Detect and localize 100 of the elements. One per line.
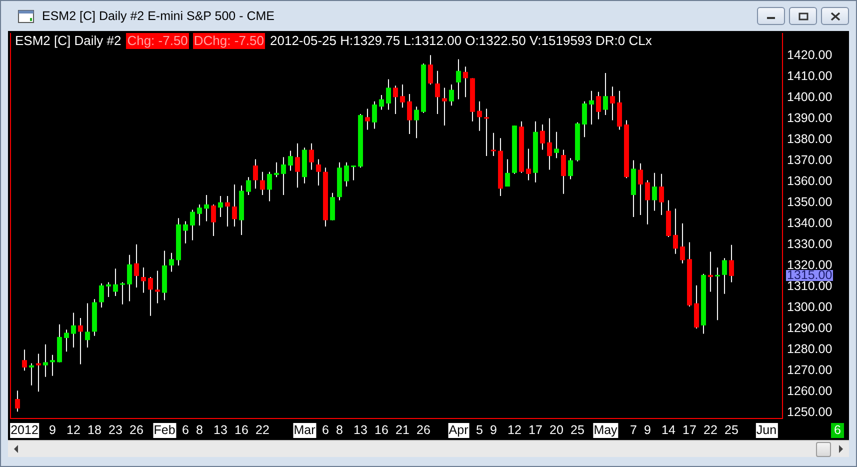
candle (337, 162, 342, 201)
change-label: DChg: -7.50 (192, 33, 265, 49)
candle (344, 162, 349, 188)
candle (547, 118, 552, 170)
candle (253, 158, 258, 190)
candle (484, 108, 489, 157)
month-label: Apr (448, 423, 470, 438)
candle (141, 267, 146, 294)
date-label: 22 (702, 423, 718, 438)
candle (365, 108, 370, 130)
date-label: 9 (489, 423, 498, 438)
minimize-button[interactable] (757, 7, 785, 25)
candle (638, 162, 643, 216)
candle (673, 208, 678, 254)
candle (99, 282, 104, 308)
candle (211, 204, 216, 236)
date-label: 7 (629, 423, 638, 438)
candle (372, 100, 377, 130)
candle (421, 63, 426, 114)
date-label: 6 (181, 423, 190, 438)
date-label: 8 (335, 423, 344, 438)
candle (134, 244, 139, 288)
candle (295, 142, 300, 188)
date-label: 9 (643, 423, 652, 438)
candle (715, 267, 720, 321)
price-axis-label: 1400.00 (787, 92, 832, 102)
candle (302, 147, 307, 184)
candle (155, 270, 160, 304)
candle (246, 176, 251, 196)
candle (428, 54, 433, 86)
candle (449, 84, 454, 106)
candle (400, 84, 405, 108)
restore-button[interactable] (789, 7, 817, 25)
date-label: 5 (475, 423, 484, 438)
date-label: 16 (374, 423, 390, 438)
candle (666, 200, 671, 238)
price-axis-label: 1280.00 (787, 345, 832, 354)
candle (708, 251, 713, 292)
window-title: ESM2 [C] Daily #2 E-mini S&P 500 - CME (42, 8, 274, 25)
candle (512, 125, 517, 174)
date-label: 8 (195, 423, 204, 438)
candle (680, 222, 685, 264)
candle (603, 72, 608, 116)
candle (351, 165, 356, 181)
candle (386, 78, 391, 110)
candle (36, 353, 41, 392)
candle (722, 258, 727, 294)
header-text: ESM2 [C] Daily #2 (14, 33, 122, 49)
candle (218, 196, 223, 218)
candle (470, 78, 475, 122)
price-axis-label: 1270.00 (787, 366, 832, 376)
price-axis-label: 1300.00 (787, 303, 832, 312)
date-label: 12 (506, 423, 522, 438)
price-axis-label: 1380.00 (787, 134, 832, 144)
candle (414, 106, 419, 139)
candle (281, 156, 286, 196)
date-label: 21 (394, 423, 410, 438)
candle (176, 218, 181, 266)
candle (43, 344, 48, 378)
window-icon (18, 10, 34, 22)
candle (561, 149, 566, 194)
candle (323, 167, 328, 228)
date-label: 13 (352, 423, 368, 438)
candle (533, 120, 538, 183)
candle (197, 204, 202, 226)
candle (92, 298, 97, 336)
close-button[interactable] (821, 7, 849, 25)
candle (568, 158, 573, 180)
candle (232, 184, 237, 228)
date-label: 16 (234, 423, 250, 438)
candle (540, 124, 545, 150)
candle (491, 132, 496, 157)
price-axis-label: 1310.00 (787, 282, 832, 291)
date-label: 26 (128, 423, 144, 438)
candle (701, 273, 706, 334)
date-label: 26 (416, 423, 432, 438)
candle (596, 91, 601, 120)
count-badge: 6 (831, 423, 844, 438)
price-axis-label: 1410.00 (787, 72, 832, 81)
month-label: Feb (152, 423, 176, 438)
date-label: 14 (660, 423, 676, 438)
candle (22, 349, 27, 372)
candle (274, 162, 279, 178)
price-axis-label: 1250.00 (787, 408, 832, 418)
candle (309, 142, 314, 170)
candle (169, 252, 174, 272)
candle (617, 90, 622, 130)
candle (498, 138, 503, 197)
price-axis-label: 1260.00 (787, 387, 832, 396)
candle (645, 180, 650, 225)
date-label: 25 (724, 423, 740, 438)
close-icon (830, 12, 840, 20)
candle (183, 220, 188, 244)
scroll-thumb[interactable] (816, 442, 831, 456)
horizontal-scrollbar[interactable] (8, 440, 849, 457)
candle (610, 86, 615, 121)
candle (456, 58, 461, 100)
candle (162, 250, 167, 301)
change-label: Chg: -7.50 (126, 33, 189, 49)
month-label: Jun (755, 423, 778, 438)
